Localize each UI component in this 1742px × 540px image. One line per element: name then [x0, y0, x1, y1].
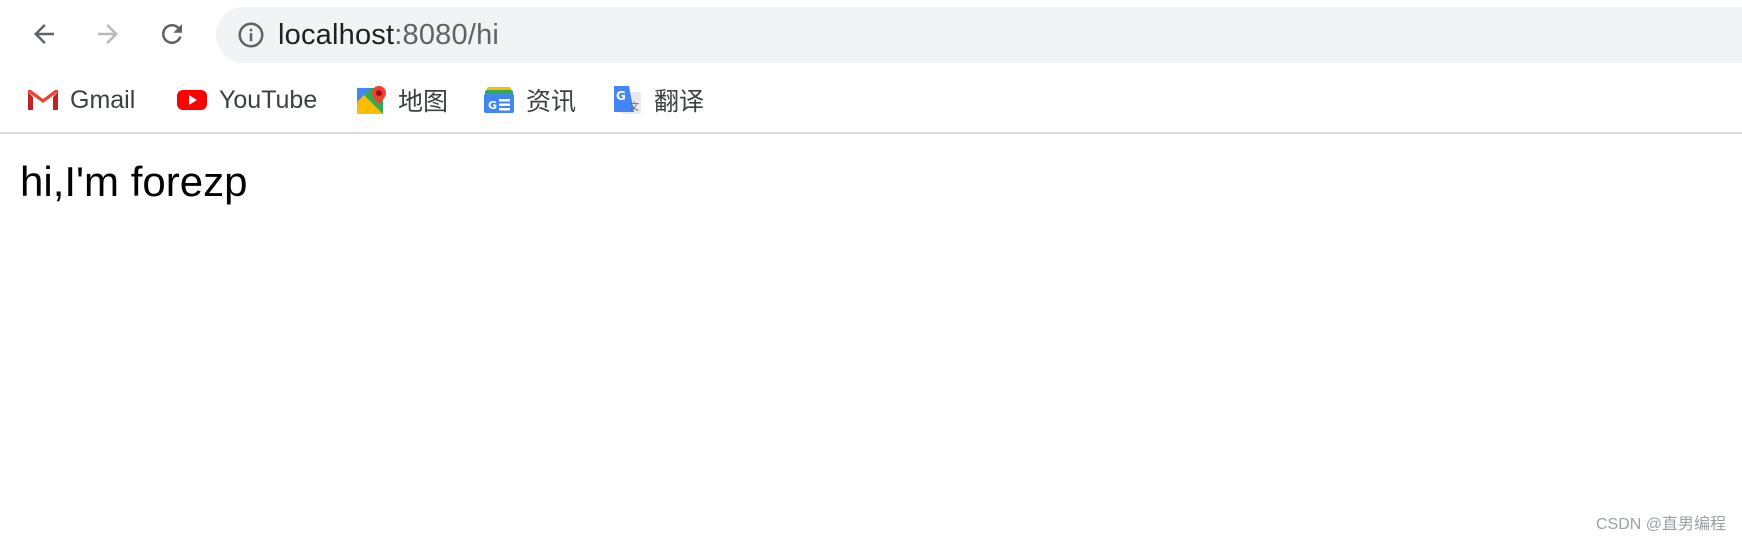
bookmark-label: Gmail	[70, 85, 136, 114]
news-icon: G	[482, 83, 516, 117]
bookmark-gmail[interactable]: Gmail	[26, 80, 135, 120]
arrow-left-icon	[34, 24, 54, 44]
watermark: CSDN @直男编程	[1595, 516, 1726, 533]
bookmark-label: 资讯	[526, 88, 577, 116]
reload-icon	[162, 24, 182, 44]
reload-button[interactable]	[152, 14, 192, 54]
bookmark-label: 地图	[398, 88, 449, 116]
url-text[interactable]: localhost:8080/hi	[278, 19, 499, 52]
bookmark-translate[interactable]: G 文 翻译	[610, 80, 704, 120]
maps-icon	[354, 83, 388, 117]
forward-button[interactable]	[88, 14, 128, 54]
bookmark-news[interactable]: G 资讯	[482, 80, 576, 120]
page-body-text: hi,I'm forezp	[20, 158, 248, 205]
arrow-right-icon	[98, 24, 118, 44]
bookmarks-bar: Gmail YouTube 地图 G 资讯 G 文 翻译	[0, 68, 1742, 134]
browser-window: localhost:8080/hi Gmail YouTube 地图 G 资讯 …	[0, 0, 1742, 540]
browser-toolbar: localhost:8080/hi	[0, 0, 1742, 68]
youtube-icon	[175, 83, 209, 117]
svg-text:文: 文	[629, 100, 639, 113]
url-path: :8080/hi	[394, 18, 500, 51]
info-circle-icon[interactable]	[236, 20, 266, 50]
address-bar[interactable]: localhost:8080/hi	[216, 7, 1742, 63]
bookmark-maps[interactable]: 地图	[354, 80, 448, 120]
bookmark-label: YouTube	[219, 85, 318, 114]
bookmark-label: 翻译	[654, 88, 705, 116]
back-button[interactable]	[24, 14, 64, 54]
gmail-icon	[26, 83, 60, 117]
url-host: localhost	[278, 18, 395, 51]
page-content: hi,I'm forezp CSDN @直男编程	[0, 134, 1742, 540]
svg-text:G: G	[488, 99, 497, 112]
bookmark-youtube[interactable]: YouTube	[175, 80, 317, 120]
translate-icon: G 文	[610, 83, 644, 117]
svg-text:G: G	[616, 89, 626, 103]
